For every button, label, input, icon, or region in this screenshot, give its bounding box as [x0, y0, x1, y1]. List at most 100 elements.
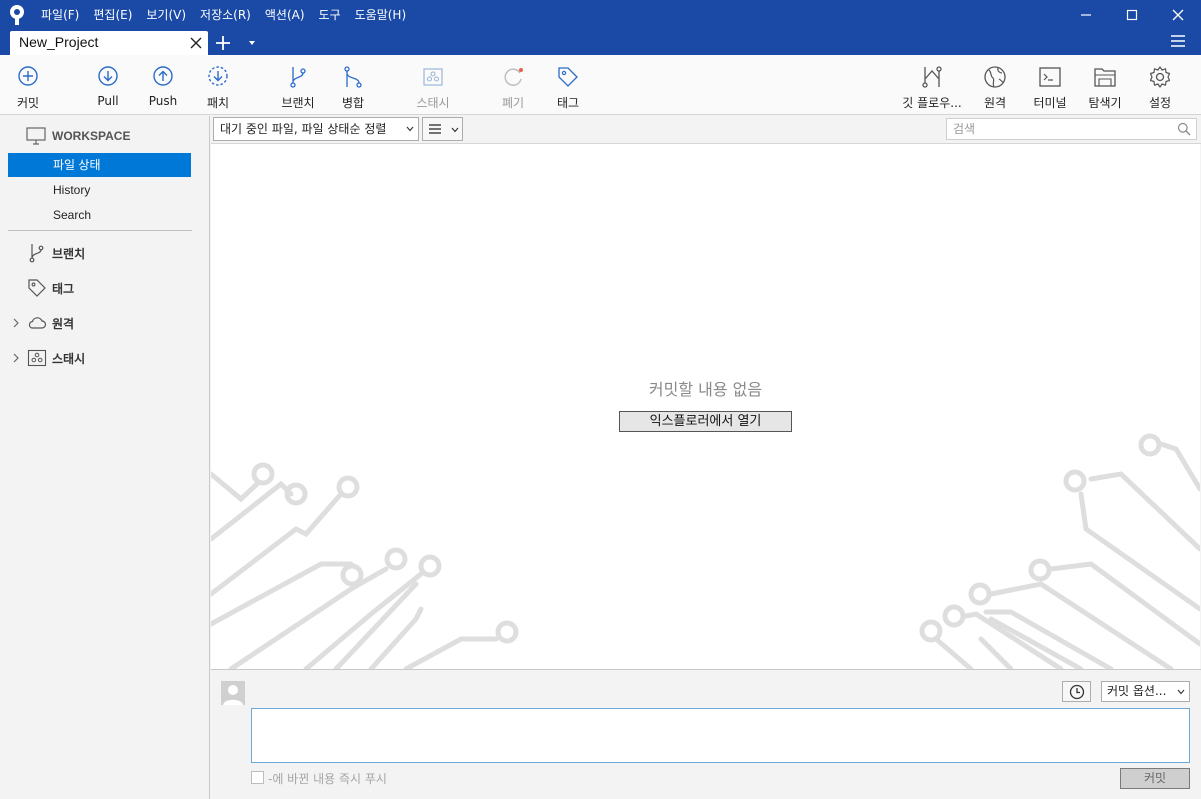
sidebar-group-remotes[interactable]: 원격	[0, 311, 74, 335]
file-status-panel: 커밋할 내용 없음 익스플로러에서 열기	[211, 144, 1200, 669]
push-icon	[153, 66, 173, 86]
stash-icon	[27, 349, 47, 367]
branch-icon	[29, 244, 44, 263]
commit-button[interactable]: 커밋	[1120, 768, 1190, 789]
add-tab-icon[interactable]	[213, 33, 233, 53]
patch-button[interactable]: 패치	[205, 65, 231, 111]
settings-label: 설정	[1148, 96, 1172, 110]
sidebar-item-file-status[interactable]: 파일 상태	[8, 153, 191, 177]
sidebar-group-label: 태그	[52, 281, 75, 296]
menu-edit[interactable]: 편집(E)	[86, 0, 139, 30]
push-immediately-label: -에 바뀐 내용 즉시 푸시	[268, 772, 387, 786]
workspace-header: WORKSPACE	[26, 126, 130, 146]
branch-button[interactable]: 브랜치	[280, 65, 316, 111]
explorer-label: 탐색기	[1088, 96, 1122, 110]
menu-view[interactable]: 보기(V)	[139, 0, 193, 30]
chevron-right-icon[interactable]	[10, 317, 22, 329]
terminal-button[interactable]: 터미널	[1031, 65, 1069, 111]
discard-button[interactable]: 폐기	[500, 65, 526, 111]
git-flow-button[interactable]: 깃 플로우...	[899, 65, 965, 111]
open-in-explorer-button[interactable]: 익스플로러에서 열기	[619, 411, 792, 432]
file-search-input[interactable]	[946, 118, 1197, 140]
maximize-button[interactable]	[1109, 0, 1155, 30]
branch-label: 브랜치	[281, 96, 315, 110]
filter-bar: 대기 중인 파일, 파일 상태순 정렬	[211, 116, 1201, 144]
close-window-button[interactable]	[1155, 0, 1201, 30]
commit-history-button[interactable]	[1062, 681, 1091, 702]
settings-button[interactable]: 설정	[1147, 65, 1173, 111]
circuit-background-decoration	[211, 433, 1200, 669]
sourcetree-logo-icon	[10, 5, 24, 25]
pull-label: Pull	[97, 94, 119, 108]
menu-file[interactable]: 파일(F)	[34, 0, 86, 30]
tab-label: New_Project	[19, 34, 99, 50]
user-icon	[223, 685, 243, 705]
globe-icon	[984, 66, 1006, 88]
sidebar-group-label: 브랜치	[52, 246, 86, 261]
tag-button[interactable]: 태그	[555, 65, 581, 111]
sidebar-group-label: 스태시	[52, 351, 86, 366]
terminal-label: 터미널	[1033, 96, 1067, 110]
tab-close-icon[interactable]	[189, 36, 203, 50]
list-view-icon	[429, 124, 441, 134]
remote-button[interactable]: 원격	[982, 65, 1008, 111]
pull-icon	[98, 66, 118, 86]
git-flow-icon	[922, 66, 942, 88]
search-icon	[1177, 122, 1191, 136]
title-bar: 파일(F) 편집(E) 보기(V) 저장소(R) 액션(A) 도구 도움말(H)…	[0, 0, 1201, 55]
tag-label: 태그	[556, 96, 580, 110]
folder-icon	[1094, 68, 1116, 87]
commit-options-label: 커밋 옵션...	[1107, 684, 1167, 698]
view-mode-dropdown[interactable]	[422, 117, 463, 141]
stash-button[interactable]: 스태시	[414, 65, 452, 111]
chevron-right-icon[interactable]	[10, 352, 22, 364]
commit-options-dropdown[interactable]: 커밋 옵션...	[1101, 681, 1190, 702]
discard-label: 폐기	[501, 96, 525, 110]
tag-icon	[28, 279, 46, 297]
workspace-title: WORKSPACE	[52, 129, 131, 143]
cloud-icon	[28, 317, 47, 329]
commit-icon	[18, 66, 38, 86]
pull-button[interactable]: Pull	[96, 65, 120, 111]
patch-icon	[208, 66, 228, 86]
file-sort-dropdown[interactable]: 대기 중인 파일, 파일 상태순 정렬	[213, 117, 419, 141]
sidebar-item-history[interactable]: History	[8, 178, 191, 202]
commit-message-input[interactable]	[251, 708, 1190, 763]
hamburger-menu-icon[interactable]	[1170, 34, 1186, 48]
merge-icon	[344, 66, 362, 88]
menu-bar: 파일(F) 편집(E) 보기(V) 저장소(R) 액션(A) 도구 도움말(H)	[34, 0, 413, 30]
commit-toolbar-label: 커밋	[16, 96, 40, 110]
push-immediately-checkbox[interactable]	[251, 771, 264, 784]
monitor-icon	[26, 127, 46, 145]
clock-icon	[1069, 684, 1084, 699]
stash-icon	[423, 68, 443, 86]
menu-repository[interactable]: 저장소(R)	[193, 0, 258, 30]
sidebar-group-branches[interactable]: 브랜치	[0, 241, 85, 265]
menu-actions[interactable]: 액션(A)	[258, 0, 312, 30]
explorer-button[interactable]: 탐색기	[1086, 65, 1124, 111]
minimize-button[interactable]	[1063, 0, 1109, 30]
minimize-icon	[1081, 14, 1091, 16]
sidebar-group-stashes[interactable]: 스태시	[0, 346, 85, 370]
merge-button[interactable]: 병합	[341, 65, 365, 111]
commit-panel: 커밋 옵션... -에 바뀐 내용 즉시 푸시 커밋	[211, 669, 1201, 799]
sidebar-group-tags[interactable]: 태그	[0, 276, 74, 300]
tab-new-project[interactable]: New_Project	[10, 31, 208, 55]
sidebar-item-search[interactable]: Search	[8, 203, 191, 227]
tag-icon	[558, 67, 578, 87]
file-sort-value: 대기 중인 파일, 파일 상태순 정렬	[220, 122, 387, 136]
chevron-down-icon	[1177, 689, 1185, 695]
push-button[interactable]: Push	[149, 65, 177, 111]
sidebar-divider	[8, 230, 192, 231]
discard-icon	[504, 68, 523, 86]
chevron-down-icon	[406, 126, 414, 132]
tab-list-dropdown-icon[interactable]	[246, 38, 258, 48]
branch-icon	[290, 67, 306, 88]
chevron-down-icon	[451, 127, 459, 133]
gear-icon	[1149, 66, 1171, 88]
empty-state-message: 커밋할 내용 없음	[648, 380, 763, 399]
menu-tools[interactable]: 도구	[312, 0, 348, 30]
git-flow-label: 깃 플로우...	[902, 96, 962, 110]
menu-help[interactable]: 도움말(H)	[348, 0, 414, 30]
commit-toolbar-button[interactable]: 커밋	[14, 65, 42, 111]
